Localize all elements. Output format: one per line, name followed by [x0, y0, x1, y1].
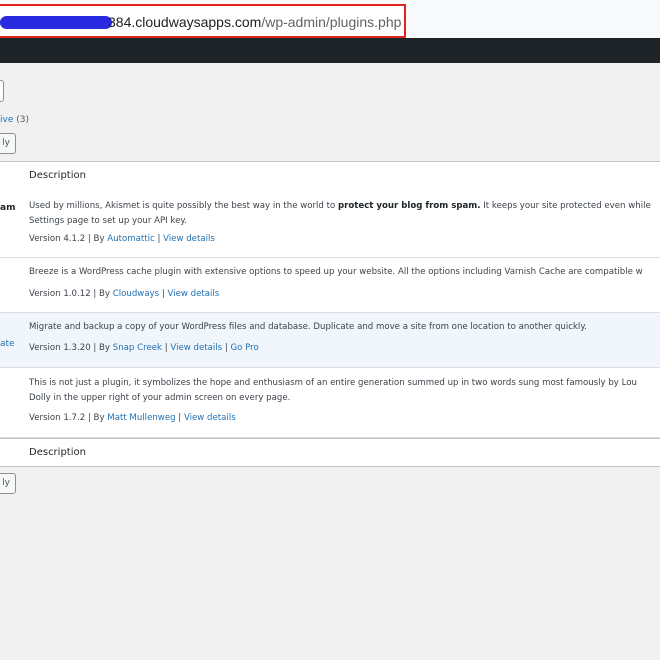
separator: |: [222, 343, 231, 353]
inactive-filter-count: (3): [16, 115, 29, 125]
view-details-link[interactable]: View details: [170, 343, 222, 353]
version-text: Version 1.0.12 | By: [29, 289, 113, 299]
bulk-actions-select[interactable]: [0, 80, 4, 102]
apply-button-bottom[interactable]: ly: [0, 473, 16, 494]
go-pro-link[interactable]: Go Pro: [231, 343, 259, 353]
table-row: This is not just a plugin, it symbolizes…: [0, 368, 660, 438]
plugin-description: Used by millions, Akismet is quite possi…: [29, 199, 651, 229]
plugin-meta: Version 1.3.20 | By Snap Creek | View de…: [29, 343, 259, 353]
url-host: 384.cloudwaysapps.com: [108, 14, 262, 30]
desc-text: This is not just a plugin, it symbolizes…: [29, 378, 637, 388]
column-footer-description[interactable]: Description: [29, 447, 86, 458]
plugins-table-footer: Description: [0, 438, 660, 467]
plugin-description: Breeze is a WordPress cache plugin with …: [29, 267, 643, 277]
redaction-mark: [0, 16, 112, 29]
plugin-meta: Version 1.7.2 | By Matt Mullenweg | View…: [29, 413, 236, 423]
inactive-filter[interactable]: ive (3): [0, 115, 29, 125]
browser-toolbar: 384.cloudwaysapps.com/wp-admin/plugins.p…: [0, 0, 660, 38]
plugin-description: Migrate and backup a copy of your WordPr…: [29, 322, 587, 332]
view-details-link[interactable]: View details: [163, 234, 215, 244]
plugin-description: This is not just a plugin, it symbolizes…: [29, 376, 637, 406]
desc-text: Used by millions, Akismet is quite possi…: [29, 201, 338, 211]
version-text: Version 4.1.2 | By: [29, 234, 108, 244]
plugin-name[interactable]: am: [0, 203, 15, 213]
author-link[interactable]: Snap Creek: [113, 343, 162, 353]
desc-bold-text: protect your blog from spam.: [337, 201, 481, 211]
apply-button[interactable]: ly: [0, 133, 16, 154]
author-link[interactable]: Matt Mullenweg: [107, 413, 175, 423]
version-text: Version 1.7.2 | By: [29, 413, 108, 423]
column-header-description[interactable]: Description: [29, 170, 86, 181]
table-row: Breeze is a WordPress cache plugin with …: [0, 258, 660, 313]
desc-text: It keeps your site protected even while: [480, 201, 651, 211]
desc-text: Dolly in the upper right of your admin s…: [29, 393, 291, 403]
plugin-meta: Version 4.1.2 | By Automattic | View det…: [29, 234, 215, 244]
separator: |: [175, 413, 184, 423]
author-link[interactable]: Cloudways: [113, 289, 159, 299]
address-bar[interactable]: 384.cloudwaysapps.com/wp-admin/plugins.p…: [0, 4, 406, 38]
url-path: /wp-admin/plugins.php: [261, 14, 402, 30]
version-text: Version 1.3.20 | By: [29, 343, 113, 353]
url-text: 384.cloudwaysapps.com/wp-admin/plugins.p…: [108, 14, 401, 30]
wp-admin-bar: [0, 38, 660, 63]
inactive-filter-link[interactable]: ive: [0, 115, 13, 125]
desc-text: Settings page to set up your API key.: [29, 216, 187, 226]
plugins-table-header: Description: [0, 161, 660, 190]
plugin-action-link[interactable]: ate: [0, 339, 15, 349]
view-details-link[interactable]: View details: [184, 413, 236, 423]
table-row: am Used by millions, Akismet is quite po…: [0, 189, 660, 258]
separator: |: [159, 289, 168, 299]
separator: |: [154, 234, 164, 244]
author-link[interactable]: Automattic: [107, 234, 154, 244]
table-row-active: ate Migrate and backup a copy of your Wo…: [0, 313, 660, 368]
view-details-link[interactable]: View details: [168, 289, 220, 299]
plugin-meta: Version 1.0.12 | By Cloudways | View det…: [29, 289, 219, 299]
